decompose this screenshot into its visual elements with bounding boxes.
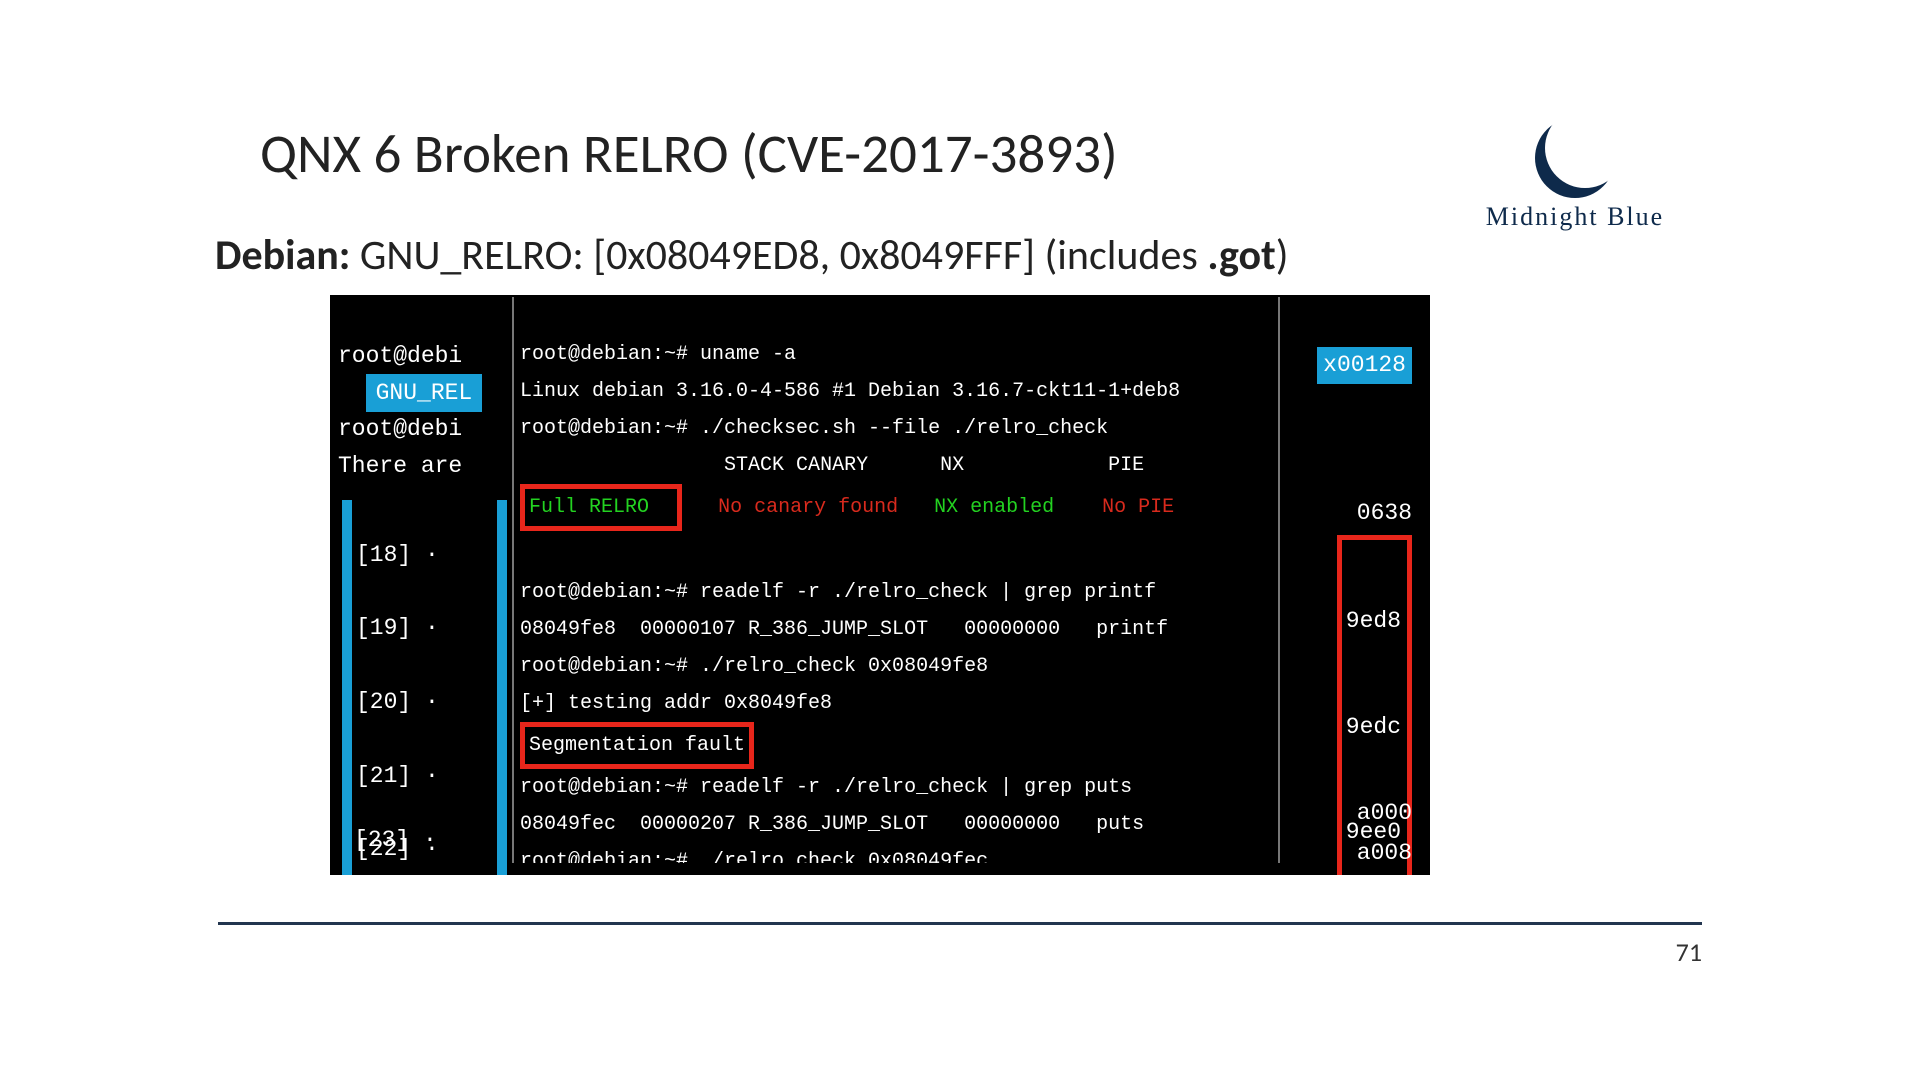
subtitle-suffix: .got (1207, 230, 1275, 281)
subtitle-middle: GNU_RELRO: [0x08049ED8, 0x8049FFF] (incl… (350, 230, 1207, 281)
back-line: There are (338, 453, 462, 479)
front-terminal: root@debian:~# uname -a Linux debian 3.1… (512, 297, 1280, 863)
gnu-relro-highlight: GNU_REL (366, 374, 483, 412)
term-line: 08049fec 00000207 R_386_JUMP_SLOT 000000… (520, 813, 1144, 836)
back-line: root@debi (338, 416, 462, 442)
brand-logo: Midnight Blue (1460, 118, 1690, 232)
back-addr: a000 (1357, 795, 1412, 832)
term-line: root@debian:~# ./relro_check 0x08049fe8 (520, 655, 988, 678)
footer-rule (218, 922, 1702, 925)
term-line: Linux debian 3.16.0-4-586 #1 Debian 3.16… (520, 380, 1180, 403)
subtitle: Debian: GNU_RELRO: [0x08049ED8, 0x8049FF… (215, 230, 1288, 281)
subtitle-tail: ) (1276, 230, 1289, 281)
term-line: 08049fe8 00000107 R_386_JUMP_SLOT 000000… (520, 618, 1168, 641)
term-line: [+] testing addr 0x8049fe8 (520, 692, 832, 715)
segfault-highlight: Segmentation fault (520, 722, 754, 769)
slide-title: QNX 6 Broken RELRO (CVE-2017-3893) (260, 120, 1118, 187)
section-row: [19] · (356, 610, 485, 647)
term-line: root@debian:~# ./checksec.sh --file ./re… (520, 417, 1108, 440)
term-line: root@debian:~# uname -a (520, 343, 796, 366)
page-number: 71 (1676, 936, 1702, 968)
back-addr-x: x00128 (1317, 347, 1412, 384)
checksec-header: STACK CANARY NX PIE (520, 454, 1144, 477)
section-row: [23] · (354, 822, 437, 859)
brand-text: Midnight Blue (1460, 202, 1690, 232)
subtitle-prefix: Debian: (215, 230, 350, 281)
term-line: root@debian:~# ./relro_check 0x08049fec (520, 850, 988, 863)
checksec-values: Full RELRO No canary found NX enabled No… (520, 496, 1174, 519)
section-rows-lower: [23] · [24] · (354, 785, 437, 875)
section-row: [18] · (356, 537, 485, 574)
term-line: root@debian:~# readelf -r ./relro_check … (520, 776, 1132, 799)
back-addr: a008 (1357, 835, 1412, 872)
term-line: root@debian:~# readelf -r ./relro_check … (520, 581, 1156, 604)
back-addr-top: 0638 (1357, 495, 1412, 532)
moon-icon (1535, 118, 1615, 198)
section-row: [20] · (356, 684, 485, 721)
back-line: root@debi (338, 343, 462, 369)
slide: QNX 6 Broken RELRO (CVE-2017-3893) Midni… (200, 100, 1720, 980)
terminal-stack: root@debi GNU_REL x00128 root@debi There … (330, 295, 1430, 875)
